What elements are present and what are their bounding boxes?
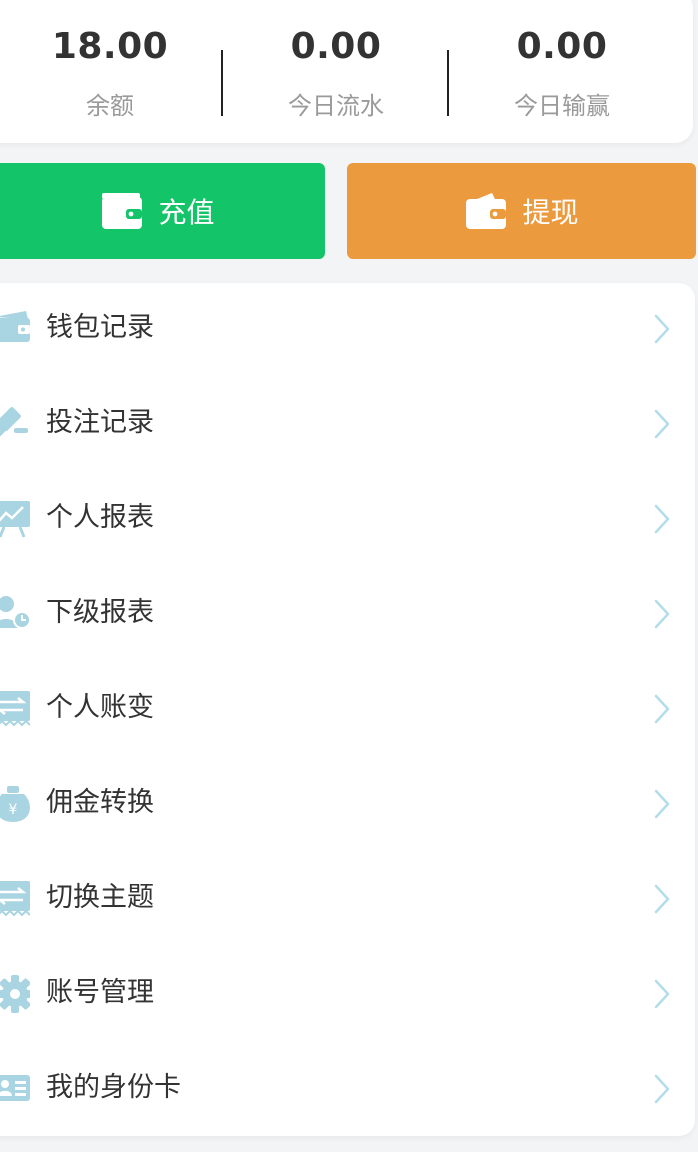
id-card-icon (0, 1069, 30, 1109)
menu-item-switch-theme[interactable]: 切换主题 (0, 853, 695, 948)
menu-item-bet-records[interactable]: 投注记录 (0, 378, 695, 473)
menu-label: 切换主题 (46, 882, 154, 913)
transfer-icon (0, 689, 31, 729)
wallet-icon (464, 191, 508, 231)
gavel-icon (0, 404, 30, 444)
menu-label: 佣金转换 (46, 787, 154, 818)
menu-item-wallet-records[interactable]: 钱包记录 (0, 283, 695, 378)
menu-item-account-management[interactable]: 账号管理 (0, 948, 695, 1043)
menu-item-my-id-card[interactable]: 我的身份卡 (0, 1043, 695, 1138)
today-winloss-label: 今日输赢 (514, 92, 610, 120)
menu-label: 下级报表 (46, 597, 154, 628)
menu-item-personal-report[interactable]: 个人报表 (0, 473, 695, 568)
withdraw-label: 提现 (522, 196, 579, 229)
balance-value: 18.00 (51, 26, 169, 67)
recharge-button[interactable]: 充值 (0, 163, 325, 259)
gear-icon (0, 974, 34, 1014)
svg-text:¥: ¥ (9, 802, 18, 818)
transfer-icon (0, 879, 31, 919)
chevron-right-icon (653, 883, 671, 919)
money-bag-icon: ¥ (0, 784, 30, 824)
menu-label: 投注记录 (46, 407, 154, 438)
chevron-right-icon (653, 693, 671, 729)
menu-label: 个人报表 (46, 502, 154, 533)
today-turnover-value: 0.00 (290, 26, 382, 67)
chevron-right-icon (653, 313, 671, 349)
user-clock-icon (0, 594, 31, 634)
menu-label: 账号管理 (46, 977, 154, 1008)
chevron-right-icon (653, 503, 671, 539)
today-turnover-label: 今日流水 (288, 92, 384, 120)
chevron-right-icon (653, 978, 671, 1014)
menu-label: 钱包记录 (46, 312, 154, 343)
menu-item-account-changes[interactable]: 个人账变 (0, 663, 695, 758)
menu-label: 个人账变 (46, 692, 154, 723)
recharge-label: 充值 (158, 196, 215, 229)
wallet-icon (100, 191, 144, 231)
menu-item-subordinate-report[interactable]: 下级报表 (0, 568, 695, 663)
today-winloss-value: 0.00 (516, 26, 608, 67)
balance-label: 余额 (86, 92, 134, 120)
chevron-right-icon (653, 598, 671, 634)
chevron-right-icon (653, 1073, 671, 1109)
wallet-icon (0, 309, 30, 349)
chevron-right-icon (653, 788, 671, 824)
chevron-right-icon (653, 408, 671, 444)
stats-card: 18.00 余额 0.00 今日流水 0.00 今日输赢 (0, 0, 693, 143)
menu-list: 钱包记录 投注记录 个人报表 下级报表 个人账变 ¥ 佣金转换 切换主题 账号管… (0, 283, 695, 1136)
withdraw-button[interactable]: 提现 (347, 163, 696, 259)
chart-board-icon (0, 499, 30, 539)
menu-label: 我的身份卡 (46, 1072, 181, 1103)
menu-item-commission-conversion[interactable]: ¥ 佣金转换 (0, 758, 695, 853)
